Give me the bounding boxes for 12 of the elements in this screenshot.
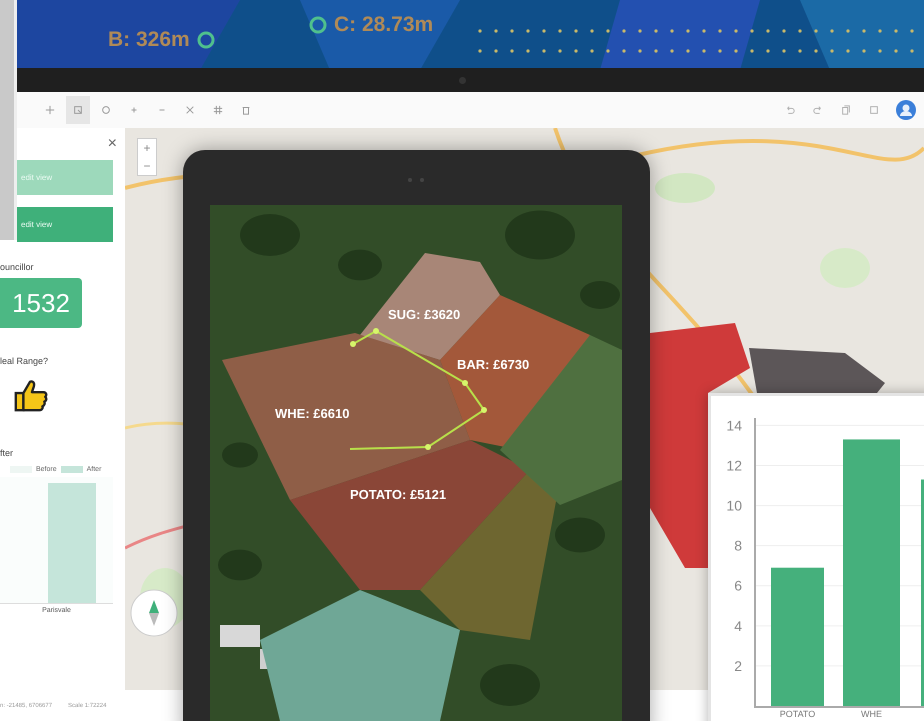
category-label: POTATO	[780, 709, 816, 719]
category-label: WHE	[861, 709, 882, 719]
measure-label: C: 28.73m	[334, 13, 434, 37]
question-label: leal Range?	[0, 356, 50, 366]
councillor-label: ouncillor	[0, 262, 35, 272]
chart-title: fter	[0, 448, 14, 458]
select-tool-icon[interactable]	[66, 96, 90, 124]
close-button[interactable]: ×	[108, 136, 117, 152]
measure-label: B: 326m	[108, 28, 190, 52]
count-badge: 1532	[0, 278, 82, 328]
edit-view-button[interactable]: edit view	[17, 207, 113, 242]
avatar-icon[interactable]	[896, 100, 916, 120]
